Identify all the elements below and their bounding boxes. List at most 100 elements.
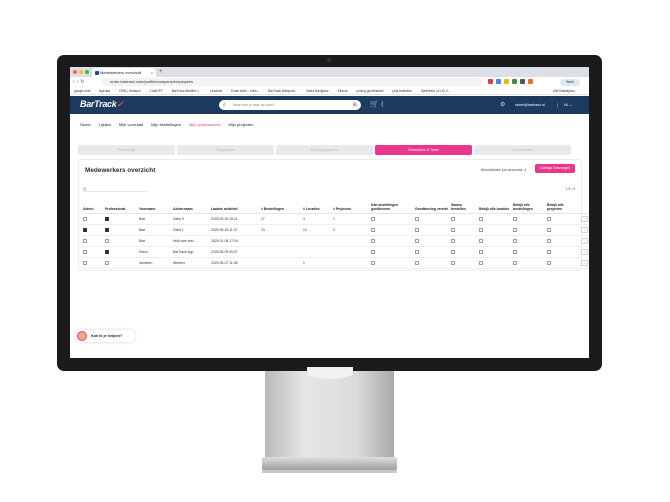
- close-window-icon[interactable]: [73, 70, 77, 74]
- extension-icon[interactable]: [488, 79, 493, 84]
- bookmark[interactable]: CRM | Hubspot: [119, 89, 141, 93]
- bookmark[interactable]: Ethnok: [338, 89, 348, 93]
- filter-input[interactable]: Q: [83, 186, 147, 192]
- bookmark[interactable]: Leadinfo: [210, 89, 222, 93]
- checkbox[interactable]: [547, 249, 551, 254]
- checkbox[interactable]: [547, 260, 551, 265]
- checkbox[interactable]: [547, 216, 551, 221]
- checkbox[interactable]: [479, 227, 483, 232]
- chat-widget[interactable]: Kan ik je helpen?: [75, 330, 135, 342]
- nav-home[interactable]: Home: [80, 122, 91, 127]
- checkbox[interactable]: [83, 260, 87, 265]
- reload-icon[interactable]: ↻: [80, 79, 86, 85]
- nav-bestellingen[interactable]: Mijn bestellingen: [151, 122, 181, 127]
- checkbox[interactable]: [83, 238, 87, 243]
- url-bar[interactable]: order.bartrack.com/profile/company/emplo…: [102, 78, 482, 86]
- profile-button[interactable]: Werk: [560, 78, 580, 86]
- nav-projecten[interactable]: Mijn projecten: [229, 122, 254, 127]
- checkbox[interactable]: [513, 260, 517, 265]
- checkbox[interactable]: [105, 227, 109, 232]
- checkbox[interactable]: [513, 238, 517, 243]
- checkbox[interactable]: [451, 227, 455, 232]
- close-tab-icon[interactable]: ×: [151, 68, 153, 77]
- table-row[interactable]: Bart Gelst 1 2025-05-15 11:37 23 10 3 ›: [82, 224, 589, 236]
- bookmark[interactable]: google mail: [74, 89, 90, 93]
- checkbox[interactable]: [415, 238, 419, 243]
- step-bedrijfsgegevens[interactable]: Bedrijfsgegevens: [276, 145, 373, 155]
- share-icon[interactable]: ⟨: [381, 100, 383, 110]
- checkbox[interactable]: [513, 249, 517, 254]
- bookmark[interactable]: BarTrack Webportl...: [268, 89, 297, 93]
- bookmark[interactable]: ChatGPT: [150, 89, 163, 93]
- extension-icon[interactable]: [520, 79, 525, 84]
- extension-icon[interactable]: [528, 79, 533, 84]
- edit-row-button[interactable]: ›: [581, 226, 588, 233]
- bookmark[interactable]: Synthesia | #1 AI V...: [421, 89, 450, 93]
- edit-row-button[interactable]: ›: [581, 237, 588, 244]
- shopping-cart-icon[interactable]: 🛒: [370, 100, 379, 110]
- step-gebruikers-team[interactable]: Gebruikers & Team: [375, 145, 472, 155]
- checkbox[interactable]: [83, 216, 87, 221]
- bookmark[interactable]: Agenda: [99, 89, 110, 93]
- checkbox[interactable]: [451, 260, 455, 265]
- edit-row-button[interactable]: ›: [581, 248, 588, 255]
- extension-icon[interactable]: [504, 79, 509, 84]
- language-select[interactable]: NL ⌄: [564, 100, 572, 110]
- step-organisatie[interactable]: Organisatie: [177, 145, 274, 155]
- minimize-window-icon[interactable]: [79, 70, 83, 74]
- checkbox[interactable]: [105, 260, 109, 265]
- checkbox[interactable]: [513, 216, 517, 221]
- maximize-window-icon[interactable]: [85, 70, 89, 74]
- checkbox[interactable]: [513, 227, 517, 232]
- table-row[interactable]: Demo BarTrack App 2025-05-09 09:57 ›: [82, 246, 589, 258]
- step-persoonlijk[interactable]: Persoonlijk: [78, 145, 175, 155]
- checkbox[interactable]: [547, 238, 551, 243]
- all-bookmarks[interactable]: Alle bladwijzers: [553, 87, 575, 94]
- checkbox[interactable]: [105, 216, 109, 221]
- checkbox[interactable]: [105, 249, 109, 254]
- logo[interactable]: BarTrack✓: [80, 99, 124, 110]
- edit-row-button[interactable]: ›: [581, 259, 588, 266]
- checkbox[interactable]: [83, 227, 87, 232]
- nav-groothandels[interactable]: Mijn groothandels: [189, 122, 221, 127]
- table-row[interactable]: Vanbeen Werther 2025-06-07 11:08 1 ›: [82, 257, 589, 269]
- add-colleague-button[interactable]: Collega Toevoegen: [535, 164, 575, 173]
- checkbox[interactable]: [479, 238, 483, 243]
- scan-icon[interactable]: ⊞: [353, 100, 357, 110]
- checkbox[interactable]: [371, 227, 375, 232]
- step-abonnement[interactable]: Abonnement: [474, 145, 571, 155]
- search-input[interactable]: ⌕ Waar ben je naar op zoek? ⊞: [219, 100, 361, 110]
- checkbox[interactable]: [371, 260, 375, 265]
- checkbox[interactable]: [371, 238, 375, 243]
- extension-icon[interactable]: [496, 79, 501, 84]
- table-row[interactable]: Bart Gelst II 2025-03-29 15:11 17 3 1 ›: [82, 213, 589, 225]
- checkbox[interactable]: [479, 249, 483, 254]
- checkbox[interactable]: [105, 238, 109, 243]
- checkbox[interactable]: [451, 249, 455, 254]
- bookmark[interactable]: Exact bede - onlin...: [231, 89, 259, 93]
- checkbox[interactable]: [415, 216, 419, 221]
- gear-icon[interactable]: ⚙: [500, 100, 505, 110]
- table-row[interactable]: Bart Hulli user test 2025-01-08 17:34 ›: [82, 235, 589, 247]
- edit-row-button[interactable]: ›: [581, 215, 588, 222]
- checkbox[interactable]: [415, 249, 419, 254]
- bookmark[interactable]: prijs bestellen: [392, 89, 412, 93]
- checkbox[interactable]: [479, 260, 483, 265]
- bookmark[interactable]: pricing groothandel: [356, 89, 383, 93]
- nav-lijstjes[interactable]: Lijstjes: [99, 122, 111, 127]
- checkbox[interactable]: [371, 249, 375, 254]
- checkbox[interactable]: [83, 249, 87, 254]
- checkbox[interactable]: [415, 260, 419, 265]
- checkbox[interactable]: [371, 216, 375, 221]
- nav-voorraad[interactable]: Mijn voorraad: [119, 122, 143, 127]
- extension-icon[interactable]: [512, 79, 517, 84]
- bookmark[interactable]: Sales Navigator: [306, 89, 329, 93]
- checkbox[interactable]: [547, 227, 551, 232]
- browser-tab[interactable]: Medewerkers overzicht ×: [92, 68, 156, 77]
- checkbox[interactable]: [415, 227, 419, 232]
- bookmark[interactable]: BarTrack Bestllen |...: [172, 89, 201, 93]
- user-email[interactable]: robert@bartrack.nl: [515, 100, 545, 110]
- checkbox[interactable]: [479, 216, 483, 221]
- checkbox[interactable]: [451, 238, 455, 243]
- new-tab-button[interactable]: +: [159, 68, 163, 76]
